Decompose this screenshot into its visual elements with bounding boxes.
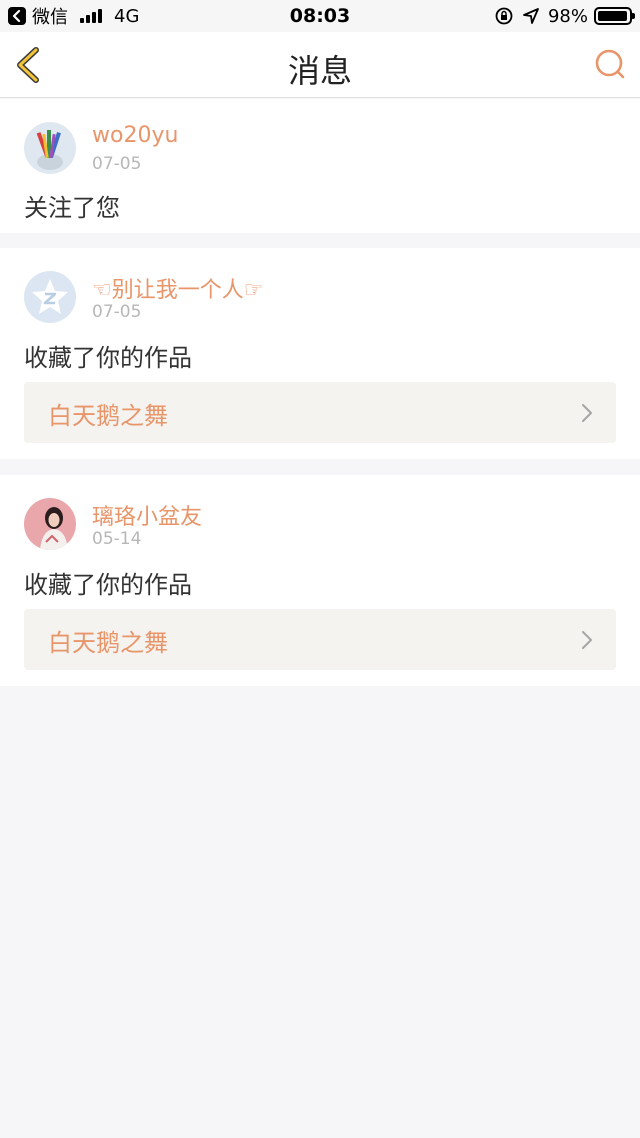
message-date: 07-05 (92, 154, 142, 174)
work-link[interactable]: 白天鹅之舞 (24, 609, 616, 670)
search-button[interactable] (592, 46, 628, 82)
search-icon (595, 49, 625, 79)
username[interactable]: wo20yu (92, 123, 178, 148)
avatar[interactable] (24, 498, 76, 550)
chevron-right-icon (582, 404, 592, 422)
page-title: 消息 (287, 52, 352, 90)
battery-icon (594, 7, 635, 25)
rotation-lock-icon (495, 7, 513, 25)
status-bar: 微信 4G 08:03 98% (0, 0, 640, 32)
nav-bar: 消息 (0, 32, 640, 98)
avatar-pencils (24, 122, 76, 174)
username[interactable]: 璃珞小盆友 (92, 499, 202, 531)
message-text: 收藏了你的作品 (24, 571, 192, 599)
message-date: 05-14 (92, 529, 142, 549)
location-arrow-icon (523, 8, 539, 24)
message-item[interactable]: wo20yu 07-05 关注了您 (0, 99, 640, 233)
avatar-default-qq (24, 271, 76, 323)
work-title: 白天鹅之舞 (48, 402, 168, 430)
battery-percent: 98% (547, 5, 588, 27)
work-title: 白天鹅之舞 (48, 629, 168, 657)
message-date: 07-05 (92, 302, 142, 322)
message-text: 关注了您 (24, 194, 120, 222)
avatar-girl (24, 498, 76, 550)
chevron-right-icon (582, 631, 592, 649)
message-item[interactable]: 璃珞小盆友 05-14 收藏了你的作品 白天鹅之舞 (0, 475, 640, 686)
message-text: 收藏了你的作品 (24, 344, 192, 372)
work-link[interactable]: 白天鹅之舞 (24, 382, 616, 443)
avatar[interactable] (24, 122, 76, 174)
username[interactable]: ☜别让我一个人☞ (92, 272, 263, 304)
message-item[interactable]: ☜别让我一个人☞ 07-05 收藏了你的作品 白天鹅之舞 (0, 248, 640, 459)
avatar[interactable] (24, 271, 76, 323)
